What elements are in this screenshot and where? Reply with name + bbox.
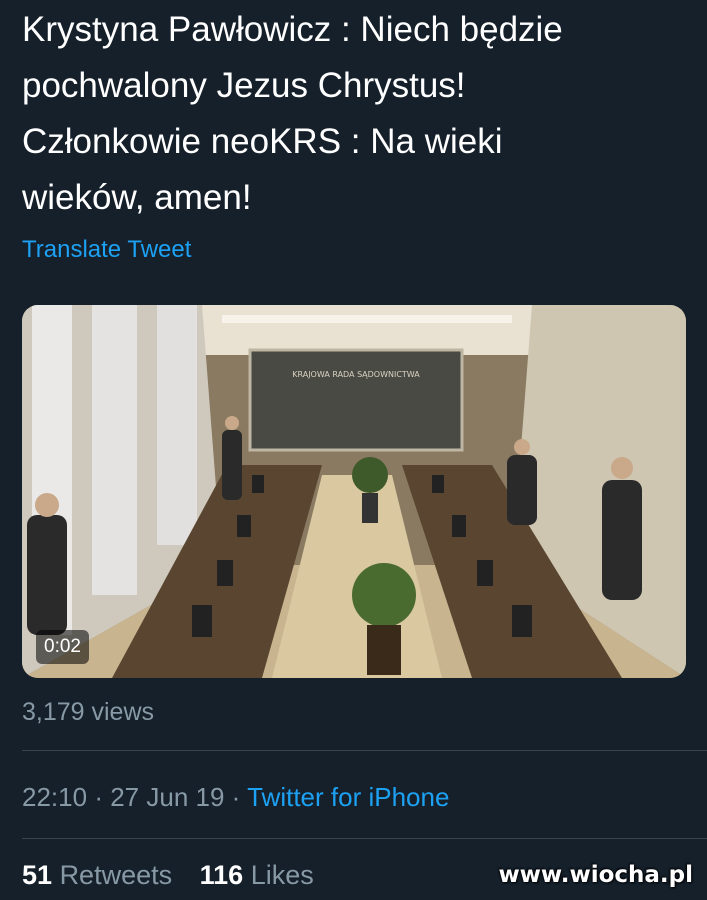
wall-sign-text: KRAJOWA RADA SĄDOWNICTWA — [292, 370, 420, 379]
likes-stat[interactable]: 116 Likes — [200, 860, 314, 890]
watermark: www.wiocha.pl — [498, 862, 693, 888]
video-duration-badge: 0:02 — [36, 630, 89, 664]
tweet-meta: 22:10 · 27 Jun 19 · Twitter for iPhone — [22, 782, 449, 813]
likes-count: 116 — [199, 860, 244, 890]
retweets-label: Retweets — [59, 860, 173, 890]
video-thumbnail: KRAJOWA RADA SĄDOWNICTWA — [22, 305, 686, 678]
tweet-source-link[interactable]: Twitter for iPhone — [247, 782, 449, 812]
divider — [22, 750, 707, 751]
meta-separator: · — [94, 782, 103, 812]
translate-tweet-link[interactable]: Translate Tweet — [22, 236, 191, 264]
tweet-time: 22:10 — [22, 782, 88, 812]
video-player[interactable]: KRAJOWA RADA SĄDOWNICTWA 0:02 — [22, 305, 686, 678]
tweet-text: Krystyna Pawłowicz : Niech będzie pochwa… — [22, 10, 563, 217]
retweets-stat[interactable]: 51 Retweets — [22, 860, 180, 890]
divider — [22, 838, 707, 839]
view-count: 3,179 views — [22, 698, 155, 726]
likes-label: Likes — [250, 860, 314, 890]
tweet-stats: 51 Retweets 116 Likes — [22, 860, 334, 891]
meta-separator: · — [231, 782, 241, 812]
tweet-date: 27 Jun 19 — [110, 782, 225, 812]
retweets-count: 51 — [22, 860, 53, 890]
